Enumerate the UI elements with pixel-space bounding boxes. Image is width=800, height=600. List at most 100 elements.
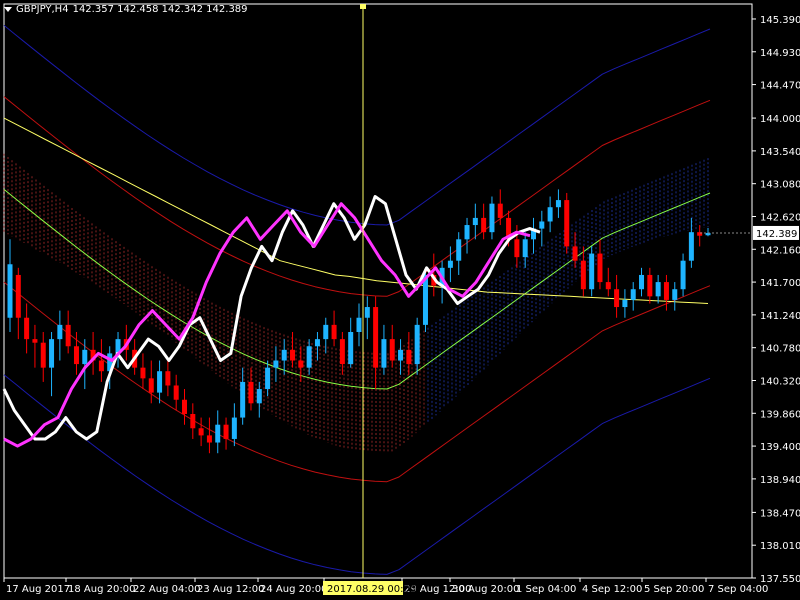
y-tick-label: 140.320 <box>760 376 800 387</box>
candle-body[interactable] <box>273 360 279 368</box>
y-tick-label: 141.240 <box>760 311 800 322</box>
candle-body[interactable] <box>680 260 686 290</box>
candle-body[interactable] <box>148 378 154 393</box>
candle-body[interactable] <box>456 239 462 261</box>
candle-body[interactable] <box>40 342 46 368</box>
crosshair-time-label: 2017.08.29 00:00 <box>327 584 416 595</box>
y-tick-label: 144.470 <box>760 81 800 92</box>
candle-body[interactable] <box>447 260 453 268</box>
candle-body[interactable] <box>414 324 420 365</box>
candle-body[interactable] <box>356 317 362 332</box>
candle-body[interactable] <box>73 346 79 365</box>
candle-body[interactable] <box>306 346 312 368</box>
candle-body[interactable] <box>190 414 196 429</box>
candle-body[interactable] <box>331 324 337 340</box>
candle-body[interactable] <box>605 282 611 290</box>
candle-body[interactable] <box>82 349 88 365</box>
y-tick-label: 143.540 <box>760 147 800 158</box>
y-tick-label: 138.010 <box>760 541 800 552</box>
candle-body[interactable] <box>157 371 163 393</box>
candle-body[interactable] <box>173 385 179 400</box>
candle-body[interactable] <box>290 349 296 361</box>
bollinger-lower-outer <box>3 374 711 575</box>
candle-body[interactable] <box>140 367 146 379</box>
y-tick-label: 140.780 <box>760 344 800 355</box>
candle-body[interactable] <box>298 360 304 368</box>
x-tick-label: 1 Sep 04:00 <box>516 584 576 595</box>
candle-body[interactable] <box>198 428 204 436</box>
candle-body[interactable] <box>98 360 104 372</box>
x-tick-label: 4 Sep 12:00 <box>582 584 642 595</box>
candle-body[interactable] <box>281 349 287 361</box>
candle-body[interactable] <box>630 289 636 300</box>
candle-body[interactable] <box>580 260 586 290</box>
candle-body[interactable] <box>639 274 645 290</box>
candle-body[interactable] <box>165 371 171 386</box>
x-tick-label: 17 Aug 2017 <box>6 584 70 595</box>
candle-body[interactable] <box>597 253 603 283</box>
candle-body[interactable] <box>688 232 694 261</box>
y-tick-label: 142.160 <box>760 245 800 256</box>
y-tick-label: 144.000 <box>760 114 800 125</box>
candle-body[interactable] <box>522 239 528 258</box>
candle-body[interactable] <box>373 307 379 368</box>
candle-body[interactable] <box>223 424 229 439</box>
candle-body[interactable] <box>663 282 669 300</box>
crosshair-handle[interactable] <box>360 4 366 9</box>
x-tick-label: 22 Aug 04:00 <box>133 584 200 595</box>
y-tick-label: 139.400 <box>760 442 800 453</box>
candle-body[interactable] <box>215 424 221 443</box>
y-tick-label: 143.080 <box>760 180 800 191</box>
candle-body[interactable] <box>472 217 478 226</box>
candle-body[interactable] <box>256 389 262 404</box>
candle-body[interactable] <box>398 349 404 361</box>
y-tick-label: 138.940 <box>760 475 800 486</box>
candle-body[interactable] <box>323 324 329 340</box>
candle-body[interactable] <box>7 264 13 318</box>
candle-body[interactable] <box>622 299 628 308</box>
candle-body[interactable] <box>314 339 320 347</box>
candle-body[interactable] <box>364 307 370 318</box>
candle-body[interactable] <box>24 317 30 340</box>
candle-body[interactable] <box>240 381 246 418</box>
candle-body[interactable] <box>539 221 545 229</box>
candle-body[interactable] <box>514 239 520 258</box>
candle-body[interactable] <box>481 217 487 233</box>
candle-body[interactable] <box>182 399 187 414</box>
candle-body[interactable] <box>339 339 345 365</box>
y-tick-label: 139.860 <box>760 409 800 420</box>
candle-body[interactable] <box>589 253 595 290</box>
candle-body[interactable] <box>672 289 678 300</box>
candle-body[interactable] <box>49 339 55 368</box>
candle-body[interactable] <box>572 246 578 261</box>
x-tick-label: 30 Aug 20:00 <box>452 584 519 595</box>
candle-body[interactable] <box>15 274 21 318</box>
candle-body[interactable] <box>381 339 387 368</box>
y-tick-label: 141.700 <box>760 278 800 289</box>
candle-body[interactable] <box>489 203 495 233</box>
candle-body[interactable] <box>348 332 354 365</box>
candle-body[interactable] <box>265 367 271 390</box>
x-tick-label: 7 Sep 04:00 <box>708 584 768 595</box>
candle-body[interactable] <box>406 349 412 365</box>
candle-body[interactable] <box>547 207 553 222</box>
candle-body[interactable] <box>248 381 254 404</box>
candle-body[interactable] <box>57 324 63 340</box>
candle-body[interactable] <box>564 200 570 247</box>
candle-body[interactable] <box>206 435 212 443</box>
candle-body[interactable] <box>497 203 503 218</box>
candle-body[interactable] <box>65 324 71 347</box>
candle-body[interactable] <box>614 289 620 308</box>
candle-body[interactable] <box>389 339 395 361</box>
y-tick-label: 145.390 <box>760 15 800 26</box>
bollinger-upper <box>3 96 711 297</box>
candle-body[interactable] <box>555 200 561 208</box>
candle-body[interactable] <box>231 417 237 439</box>
price-chart[interactable]: 145.390 144.930 144.470 144.000 143.540 143.0… <box>0 0 800 600</box>
candle-body[interactable] <box>464 225 470 240</box>
candle-body[interactable] <box>32 339 38 343</box>
y-tick-label: 142.620 <box>760 212 800 223</box>
candle-body[interactable] <box>655 282 661 297</box>
candle-body[interactable] <box>647 274 653 297</box>
x-tick-label: 23 Aug 12:00 <box>197 584 264 595</box>
